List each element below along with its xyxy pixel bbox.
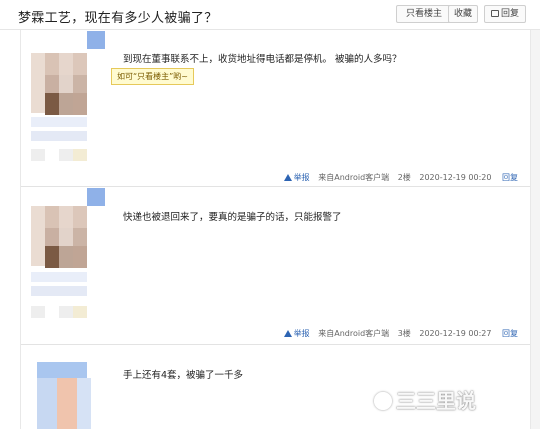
client-source: 来自Android客户端 [318,173,390,182]
page-edge [531,30,540,429]
post-reply-link[interactable]: 回复 [502,329,518,338]
post-floor-2: 到现在董事联系不上，收货地址得电话都是停机。 被骗的人多吗？ 举报 来自Andr… [21,31,530,187]
right-divider [530,30,531,429]
watermark: 三三里说 [374,385,476,414]
avatar-badge [87,31,105,49]
watermark-logo-icon [374,392,392,410]
floor-number: 2楼 [397,173,411,182]
only-op-button[interactable]: 只看楼主 [396,5,452,23]
thread-header: 梦霖工艺，现在有多少人被骗了？ 只看楼主 收藏 回复 [0,0,540,30]
warning-icon [283,174,292,181]
avatar[interactable] [31,45,101,165]
post-reply-link[interactable]: 回复 [502,173,518,182]
reply-button[interactable]: 回复 [484,5,526,23]
warning-icon [283,330,292,337]
post-time: 2020-12-19 00:20 [419,173,492,182]
post-floor-3: 快递也被退回来了，要真的是骗子的话，只能报警了 举报 来自Android客户端 … [21,188,530,345]
post-time: 2020-12-19 00:27 [419,329,492,338]
avatar[interactable] [31,198,101,328]
reply-button-label: 回复 [500,9,519,19]
avatar[interactable] [31,358,101,429]
post-text: 到现在董事联系不上，收货地址得电话都是停机。 被骗的人多吗？ [123,54,402,65]
post-text: 手上还有4套，被骗了一千多 [123,370,244,381]
reply-icon [490,10,499,17]
post-meta: 举报 来自Android客户端 3楼 2020-12-19 00:27 回复 [278,328,518,339]
post-text: 快递也被退回来了，要真的是骗子的话，只能报警了 [123,212,342,223]
only-op-tooltip: 如可“只看楼主”哟~ [111,68,194,85]
floor-number: 3楼 [397,329,411,338]
report-link[interactable]: 举报 [283,173,310,182]
avatar-badge [87,188,105,206]
thread-title: 梦霖工艺，现在有多少人被骗了？ [18,11,218,26]
report-link[interactable]: 举报 [283,329,310,338]
client-source: 来自Android客户端 [318,329,390,338]
favorite-button[interactable]: 收藏 [448,5,478,23]
post-meta: 举报 来自Android客户端 2楼 2020-12-19 00:20 回复 [278,172,518,183]
